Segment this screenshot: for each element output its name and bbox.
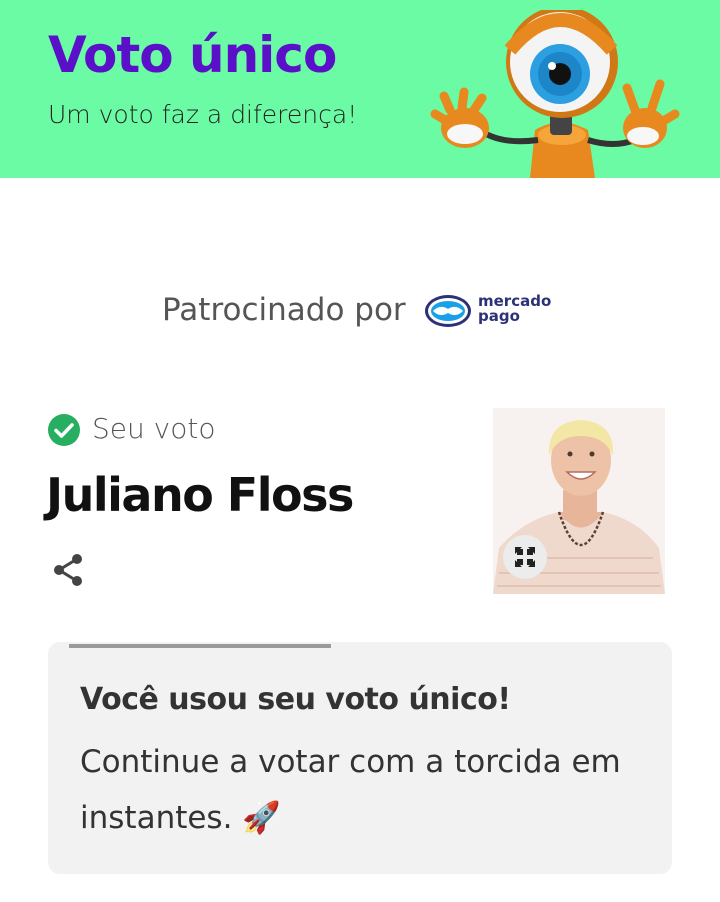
- expand-icon: [515, 547, 535, 567]
- vote-status-label: Seu voto: [92, 412, 216, 445]
- logo-line2: pago: [478, 307, 520, 325]
- notice-progress-bar: [69, 644, 331, 648]
- vote-used-notice: Você usou seu voto único! Continue a vot…: [48, 642, 672, 874]
- logo-text: mercado pago: [478, 294, 551, 324]
- mercado-pago-logo[interactable]: mercado pago: [424, 292, 554, 332]
- expand-photo-button[interactable]: [503, 535, 547, 579]
- candidate-name: Juliano Floss: [46, 468, 354, 522]
- notice-title: Você usou seu voto único!: [80, 682, 511, 717]
- sponsor-label: Patrocinado por: [162, 292, 406, 328]
- check-circle-icon: [48, 414, 80, 446]
- page-title: Voto único: [48, 26, 337, 84]
- share-icon[interactable]: [50, 552, 86, 588]
- handshake-logo-icon: [425, 295, 471, 327]
- page-subtitle: Um voto faz a diferença!: [48, 100, 358, 129]
- notice-body: Continue a votar com a torcida em instan…: [80, 744, 621, 836]
- sponsor-section: Patrocinado por mercado pago: [0, 288, 720, 338]
- header-banner: Voto único Um voto faz a diferença!: [0, 0, 720, 178]
- mascot-icon: [430, 10, 680, 178]
